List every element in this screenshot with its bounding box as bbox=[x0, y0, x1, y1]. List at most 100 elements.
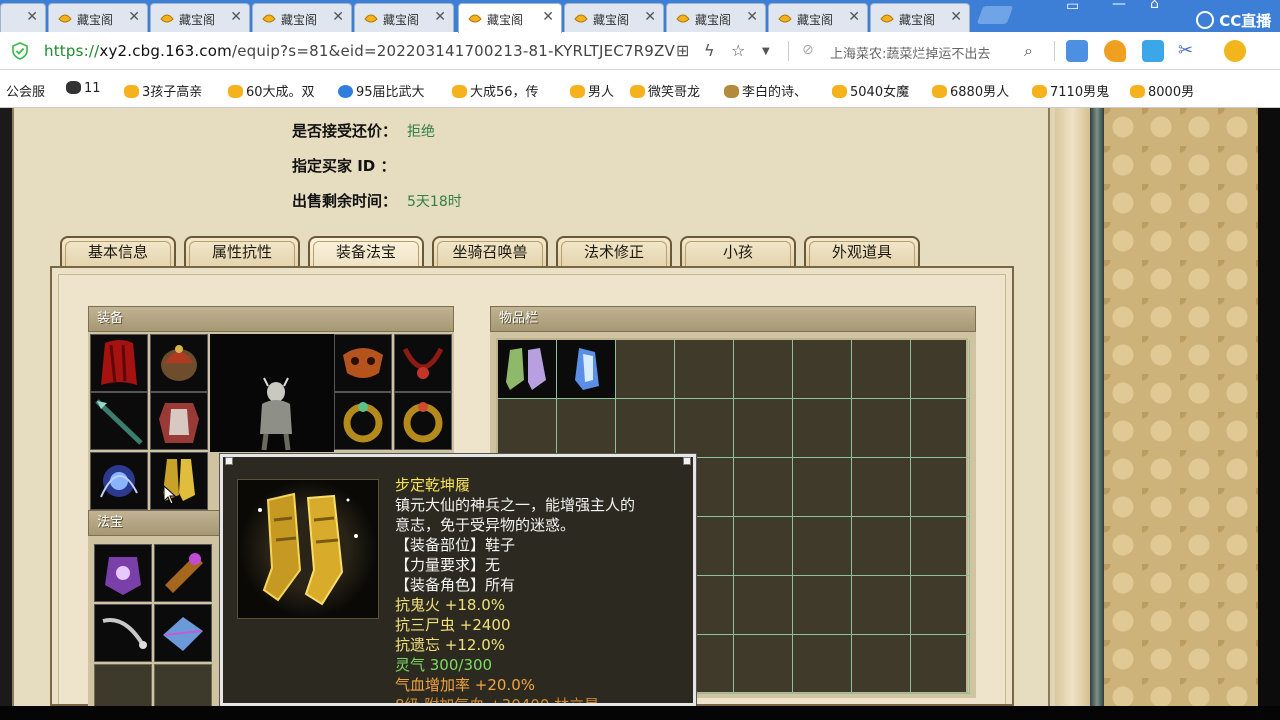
inventory-cell[interactable] bbox=[793, 576, 852, 635]
bookmark-item[interactable]: 60大成。双 bbox=[228, 81, 315, 100]
equip-slot-helmet[interactable] bbox=[150, 334, 208, 392]
treasure-slot-1[interactable] bbox=[94, 544, 152, 602]
tab-close-icon[interactable]: ✕ bbox=[26, 9, 38, 25]
game-tab[interactable]: 坐骑召唤兽 bbox=[432, 236, 548, 268]
tab-close-icon[interactable]: ✕ bbox=[950, 9, 962, 25]
translate-icon[interactable] bbox=[1142, 40, 1164, 62]
tab-close-icon[interactable]: ✕ bbox=[746, 9, 758, 25]
inventory-cell[interactable] bbox=[852, 340, 911, 399]
treasure-slot-3[interactable] bbox=[94, 604, 152, 662]
inventory-cell[interactable] bbox=[557, 399, 616, 458]
browser-tab[interactable]: 藏宝阁 ✕ bbox=[666, 3, 766, 32]
search-box[interactable]: 上海菜农:蔬菜烂掉运不出去 bbox=[830, 43, 990, 62]
inventory-cell[interactable] bbox=[734, 635, 793, 694]
inventory-cell[interactable] bbox=[793, 399, 852, 458]
inventory-cell[interactable] bbox=[852, 635, 911, 694]
tab-close-icon[interactable]: ✕ bbox=[542, 9, 554, 25]
game-tab[interactable]: 外观道具 bbox=[804, 236, 920, 268]
smiley-icon[interactable] bbox=[1224, 40, 1246, 62]
tab-close-icon[interactable]: ✕ bbox=[230, 9, 242, 25]
game-tab[interactable]: 法术修正 bbox=[556, 236, 672, 268]
treasure-slot-6[interactable] bbox=[154, 664, 212, 706]
equip-slot-armor[interactable] bbox=[150, 392, 208, 450]
minimize-icon[interactable]: — bbox=[1112, 0, 1126, 12]
new-tab-button[interactable] bbox=[976, 6, 1014, 24]
inventory-cell[interactable] bbox=[616, 399, 675, 458]
inventory-cell[interactable] bbox=[852, 517, 911, 576]
browser-tab[interactable]: 藏宝阁 ✕ bbox=[870, 3, 970, 32]
game-tab[interactable]: 小孩 bbox=[680, 236, 796, 268]
url-field[interactable]: https://xy2.cbg.163.com/equip?s=81&eid=2… bbox=[44, 42, 675, 60]
inventory-cell[interactable] bbox=[498, 399, 557, 458]
equip-slot-orb[interactable] bbox=[90, 452, 148, 510]
inventory-cell[interactable] bbox=[911, 399, 970, 458]
equip-slot-weapon[interactable] bbox=[90, 392, 148, 450]
tab-close-icon[interactable]: ✕ bbox=[848, 9, 860, 25]
bookmark-item[interactable]: 李白的诗、 bbox=[724, 81, 807, 100]
equip-slot-necklace[interactable] bbox=[394, 334, 452, 392]
inventory-cell[interactable] bbox=[911, 635, 970, 694]
browser-tab[interactable]: 藏宝阁 ✕ bbox=[252, 3, 352, 32]
inventory-cell[interactable] bbox=[734, 517, 793, 576]
inventory-cell[interactable] bbox=[852, 576, 911, 635]
bookmark-item[interactable]: 3孩子高亲 bbox=[124, 81, 202, 100]
browser-tab[interactable]: ✕ bbox=[0, 3, 46, 32]
scissors-icon[interactable]: ✂ bbox=[1178, 40, 1200, 62]
shirt-icon[interactable]: ⌂ bbox=[1150, 0, 1159, 12]
inventory-cell[interactable] bbox=[911, 458, 970, 517]
inventory-cell[interactable] bbox=[734, 458, 793, 517]
bookmark-item[interactable]: 7110男鬼 bbox=[1032, 81, 1109, 100]
inventory-cell[interactable] bbox=[793, 340, 852, 399]
bookmark-item[interactable]: 5040女魔 bbox=[832, 81, 909, 100]
treasure-slot-4[interactable] bbox=[154, 604, 212, 662]
treasure-slot-5[interactable] bbox=[94, 664, 152, 706]
inventory-cell[interactable] bbox=[557, 340, 616, 399]
equip-slot-boots[interactable] bbox=[150, 452, 208, 510]
bookmark-item[interactable]: 8000男 bbox=[1130, 81, 1194, 100]
browser-tab[interactable]: 藏宝阁 ✕ bbox=[768, 3, 868, 32]
inventory-cell[interactable] bbox=[734, 399, 793, 458]
inventory-cell[interactable] bbox=[498, 340, 557, 399]
inventory-cell[interactable] bbox=[911, 576, 970, 635]
browser-tab[interactable]: 藏宝阁 ✕ bbox=[150, 3, 250, 32]
lightning-icon[interactable]: ϟ bbox=[704, 41, 715, 60]
equip-slot-ring-right[interactable] bbox=[394, 392, 452, 450]
game-tab[interactable]: 基本信息 bbox=[60, 236, 176, 268]
browser-tab[interactable]: 藏宝阁 ✕ bbox=[354, 3, 454, 32]
inventory-cell[interactable] bbox=[734, 340, 793, 399]
window-list-icon[interactable]: ▭ bbox=[1066, 0, 1079, 14]
bookmark-item[interactable]: 微笑哥龙 bbox=[630, 81, 700, 100]
browser-tab[interactable]: 藏宝阁 ✕ bbox=[458, 3, 562, 33]
tab-close-icon[interactable]: ✕ bbox=[332, 9, 344, 25]
bookmark-item[interactable]: 大成56，传 bbox=[452, 81, 539, 100]
tab-close-icon[interactable]: ✕ bbox=[128, 9, 140, 25]
inventory-cell[interactable] bbox=[911, 340, 970, 399]
extension-blue-icon[interactable] bbox=[1066, 40, 1088, 62]
equip-slot-mask[interactable] bbox=[334, 334, 392, 392]
star-icon[interactable]: ☆ bbox=[731, 41, 745, 60]
key-icon[interactable] bbox=[1104, 40, 1126, 62]
equip-slot-cape[interactable] bbox=[90, 334, 148, 392]
chevron-down-icon[interactable]: ▼ bbox=[762, 46, 770, 57]
tab-close-icon[interactable]: ✕ bbox=[434, 9, 446, 25]
equip-slot-ring-left[interactable] bbox=[334, 392, 392, 450]
inventory-cell[interactable] bbox=[793, 635, 852, 694]
bookmark-item[interactable]: 6880男人 bbox=[932, 81, 1009, 100]
inventory-cell[interactable] bbox=[616, 340, 675, 399]
treasure-slot-2[interactable] bbox=[154, 544, 212, 602]
inventory-cell[interactable] bbox=[911, 517, 970, 576]
search-engine-icon[interactable]: ⊘ bbox=[802, 42, 814, 58]
inventory-cell[interactable] bbox=[734, 576, 793, 635]
inventory-cell[interactable] bbox=[852, 399, 911, 458]
bookmark-item[interactable]: 男人 bbox=[570, 81, 614, 100]
bookmark-item[interactable]: 11 bbox=[66, 81, 101, 96]
bookmark-item[interactable]: 95届比武大 bbox=[338, 81, 425, 100]
game-tab[interactable]: 属性抗性 bbox=[184, 236, 300, 268]
inventory-cell[interactable] bbox=[675, 399, 734, 458]
bookmark-item[interactable]: 公会服 bbox=[6, 81, 45, 100]
tab-close-icon[interactable]: ✕ bbox=[644, 9, 656, 25]
game-tab[interactable]: 装备法宝 bbox=[308, 236, 424, 268]
inventory-cell[interactable] bbox=[793, 458, 852, 517]
inventory-cell[interactable] bbox=[793, 517, 852, 576]
inventory-cell[interactable] bbox=[852, 458, 911, 517]
